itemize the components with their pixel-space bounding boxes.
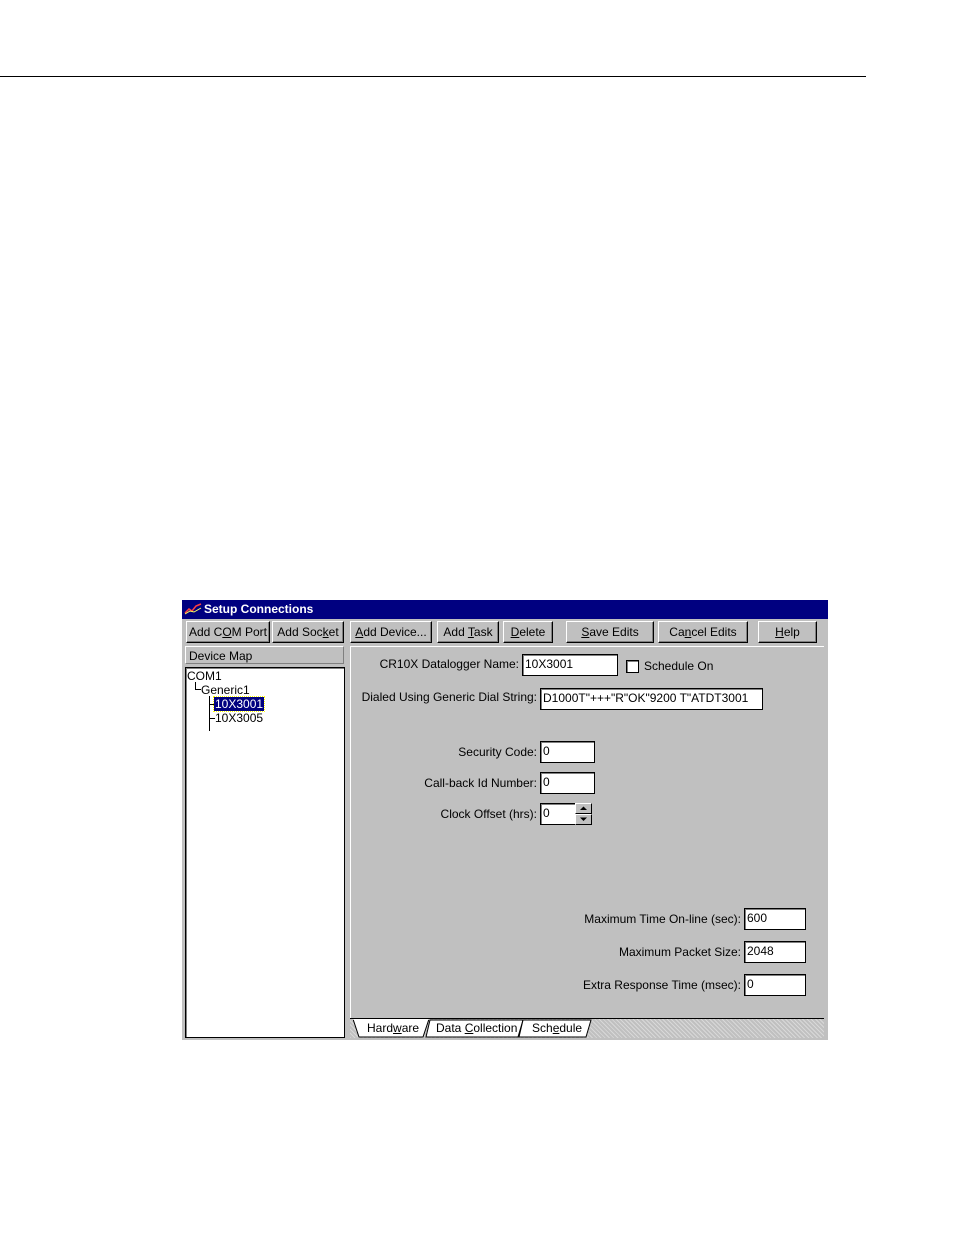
button-label: dd Device... (363, 625, 427, 639)
button-label: elete (519, 625, 546, 639)
cancel-edits-button[interactable]: Cancel Edits (658, 621, 748, 643)
add-com-port-button[interactable]: Add COM Port (186, 621, 270, 643)
tab-text: Data (436, 1021, 465, 1035)
tab-text: Sch (532, 1021, 553, 1035)
button-label: Ca (669, 625, 685, 639)
tab-text: dule (559, 1021, 583, 1035)
tab-label: Data Collection (436, 1020, 517, 1037)
schedule-on-label: Schedule On (644, 659, 714, 673)
save-edits-button[interactable]: Save Edits (566, 621, 654, 643)
tab-label: Schedule (532, 1020, 582, 1037)
dial-string-label: Dialed Using Generic Dial String: (361, 690, 537, 704)
tab-data-collection[interactable]: Data Collection (425, 1019, 524, 1038)
hardware-settings-panel: CR10X Datalogger Name: 10X3001 Schedule … (350, 646, 824, 1018)
button-label: cel Edits (691, 625, 737, 639)
button-label: M Port (231, 625, 268, 639)
tree-item-generic1[interactable]: Generic1 (201, 683, 250, 697)
tab-text: Hard (367, 1021, 394, 1035)
add-task-button[interactable]: Add Task (437, 621, 499, 643)
delete-button[interactable]: Delete (503, 621, 553, 643)
device-map-tree[interactable]: COM1 Generic1 10X3001 10X3005 (185, 667, 345, 1038)
tab-text: are (401, 1021, 420, 1035)
extra-response-input[interactable]: 0 (744, 974, 806, 996)
arrow-down-icon (580, 817, 587, 821)
tab-schedule[interactable]: Schedule (518, 1019, 594, 1038)
button-label: ask (473, 625, 493, 639)
spin-up-button[interactable] (575, 803, 592, 814)
title-bar: Setup Connections (182, 600, 828, 619)
datalogger-name-input[interactable]: 10X3001 (522, 654, 618, 676)
tab-hotkey: w (393, 1021, 402, 1035)
tree-item-10x3005[interactable]: 10X3005 (215, 711, 263, 725)
loggernet-app-icon (184, 603, 202, 615)
button-label: ave Edits (589, 625, 639, 639)
page-header-rule (0, 76, 866, 77)
security-code-label: Security Code: (458, 745, 537, 759)
clock-offset-label: Clock Offset (hrs): (440, 807, 537, 821)
device-map-label: Device Map (185, 646, 344, 664)
max-online-input[interactable]: 600 (744, 908, 806, 930)
security-code-input[interactable]: 0 (540, 741, 595, 763)
max-packet-label: Maximum Packet Size: (618, 945, 741, 959)
clock-offset-spinner[interactable] (575, 803, 592, 825)
dial-string-input[interactable]: D1000T"+++"R"OK"9200 T"ATDT3001 (540, 688, 763, 710)
button-hotkey: O (222, 625, 232, 639)
button-hotkey: D (510, 625, 520, 639)
callback-id-input[interactable]: 0 (540, 772, 595, 794)
tab-hardware[interactable]: Hardware (353, 1019, 429, 1038)
tab-text: ollection (473, 1021, 518, 1035)
button-label: et (328, 625, 339, 639)
arrow-up-icon (580, 806, 587, 810)
help-button[interactable]: Help (758, 621, 817, 643)
callback-id-label: Call-back Id Number: (424, 776, 537, 790)
button-label: Add C (188, 625, 223, 639)
tab-strip: Hardware Data Collection Schedule (350, 1018, 824, 1038)
tree-item-com1[interactable]: COM1 (187, 669, 222, 683)
extra-response-label: Extra Response Time (msec): (582, 978, 741, 992)
setup-connections-window: Setup Connections Add COM Port Add Socke… (182, 600, 828, 1040)
tree-item-10x3001[interactable]: 10X3001 (212, 696, 266, 712)
add-device-button[interactable]: Add Device... (350, 621, 432, 643)
window-title: Setup Connections (204, 602, 314, 616)
tab-label: Hardware (367, 1020, 419, 1037)
max-packet-input[interactable]: 2048 (744, 941, 806, 963)
button-label: elp (783, 625, 800, 639)
max-online-label: Maximum Time On-line (sec): (584, 912, 741, 926)
spin-down-button[interactable] (575, 814, 592, 825)
datalogger-name-label: CR10X Datalogger Name: (379, 657, 519, 671)
button-hotkey: H (775, 625, 784, 639)
button-label: Add Soc (277, 625, 323, 639)
schedule-on-checkbox[interactable] (626, 660, 639, 673)
button-label: Add (443, 625, 468, 639)
add-socket-button[interactable]: Add Socket (272, 621, 344, 643)
clock-offset-input[interactable]: 0 (540, 803, 576, 825)
